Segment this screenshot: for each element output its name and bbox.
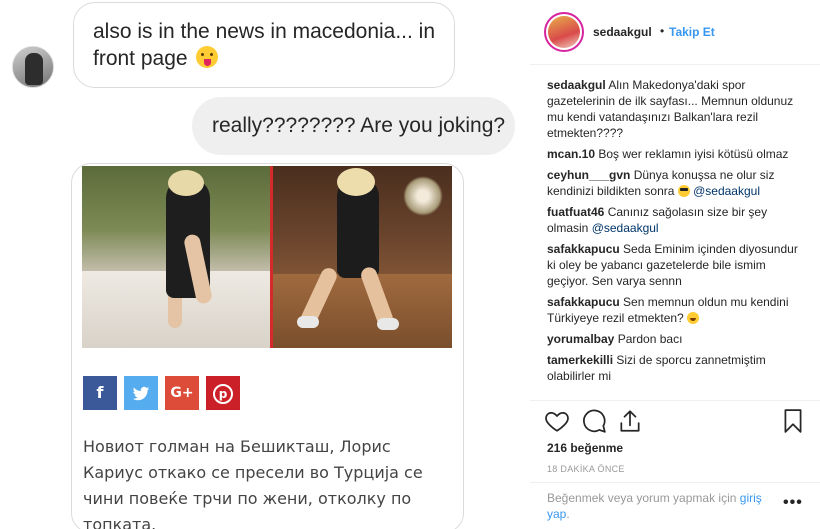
bookmark-icon[interactable] — [780, 408, 806, 434]
profile-username[interactable]: sedaakgul — [593, 25, 652, 39]
facebook-share-button[interactable]: f — [83, 376, 117, 410]
comment-username[interactable]: ceyhun___gvn — [547, 168, 630, 182]
incoming-message-bubble: also is in the news in macedonia... in f… — [73, 2, 455, 88]
comment-mention[interactable]: @sedaakgul — [592, 221, 659, 235]
photo-hair — [337, 168, 375, 196]
google-plus-share-button[interactable]: G+ — [165, 376, 199, 410]
sender-avatar[interactable] — [12, 46, 54, 88]
post-panel: sedaakgul • Takip Et sedaakgul Alın Make… — [530, 0, 820, 529]
laughing-emoji-icon — [687, 312, 700, 324]
likes-count[interactable]: 216 beğenme — [547, 441, 623, 455]
comment-username[interactable]: yorumalbay — [547, 332, 614, 346]
pinterest-icon: p — [213, 383, 233, 404]
twitter-share-button[interactable] — [124, 376, 158, 410]
google-plus-icon: G+ — [170, 385, 194, 401]
heart-icon[interactable] — [544, 408, 570, 434]
actions-divider — [530, 400, 820, 401]
comment-username[interactable]: safakkapucu — [547, 295, 620, 309]
facebook-icon: f — [96, 383, 104, 402]
outgoing-message-bubble: really???????? Are you joking? — [192, 97, 515, 155]
comment-item: ceyhun___gvn Dünya konuşsa ne olur siz k… — [547, 167, 805, 199]
twitter-icon — [132, 386, 150, 400]
comment-mention[interactable]: @sedaakgul — [693, 184, 760, 198]
photo-hair — [168, 170, 204, 196]
login-prompt-text: Beğenmek veya yorum yapmak için — [547, 491, 737, 505]
comment-item: sedaakgul Alın Makedonya'daki spor gazet… — [547, 77, 805, 141]
shared-article-card[interactable]: f G+ p Новиот голман на Бешикташ, Лорис … — [71, 163, 464, 529]
article-photo — [82, 166, 452, 348]
profile-avatar[interactable] — [544, 12, 584, 52]
comment-item: fuatfuat46 Canınız sağolasın size bir şe… — [547, 204, 805, 236]
header-separator: • — [660, 24, 665, 38]
login-suffix: . — [566, 507, 570, 521]
article-photo-left — [82, 166, 270, 348]
photo-flowers — [403, 176, 443, 216]
post-actions — [544, 408, 806, 438]
article-photo-right — [273, 166, 452, 348]
comment-item: safakkapucu Sen memnun oldun mu kendini … — [547, 294, 805, 326]
follow-button[interactable]: Takip Et — [669, 25, 715, 39]
comment-text: Boş wer reklamın iyisi kötüsü olmaz — [598, 147, 789, 161]
comment-username[interactable]: tamerkekilli — [547, 353, 613, 367]
outgoing-message-text: really???????? Are you joking? — [212, 114, 506, 137]
post-header: sedaakgul • Takip Et — [530, 0, 820, 64]
comment-item: safakkapucu Seda Eminim içinden diyosund… — [547, 241, 805, 289]
avatar-figure — [25, 53, 43, 85]
comment-username[interactable]: sedaakgul — [547, 78, 606, 92]
comment-username[interactable]: fuatfuat46 — [547, 205, 604, 219]
footer-divider — [530, 482, 820, 483]
comment-item: yorumalbay Pardon bacı — [547, 331, 805, 347]
article-text: Новиот голман на Бешикташ, Лорис Кариус … — [83, 437, 423, 529]
screenshot-root: also is in the news in macedonia... in f… — [0, 0, 820, 529]
profile-avatar-image — [548, 16, 580, 48]
chat-thread: also is in the news in macedonia... in f… — [0, 0, 530, 529]
comment-text: Pardon bacı — [617, 332, 683, 346]
share-icon[interactable] — [617, 408, 643, 434]
post-timestamp: 18 DAKİKA ÖNCE — [547, 464, 625, 474]
sunglasses-emoji-icon — [677, 185, 690, 197]
photo-shoe — [377, 318, 399, 330]
comment-icon[interactable] — [581, 408, 607, 434]
comment-item: tamerkekilli Sizi de sporcu zannetmiştim… — [547, 352, 805, 384]
comment-username[interactable]: safakkapucu — [547, 242, 620, 256]
tongue-out-emoji-icon — [196, 46, 219, 68]
photo-table — [273, 274, 452, 348]
header-divider — [530, 64, 820, 65]
comment-item: mcan.10 Boş wer reklamın iyisi kötüsü ol… — [547, 146, 805, 162]
comment-username[interactable]: mcan.10 — [547, 147, 595, 161]
incoming-message-text: also is in the news in macedonia... in f… — [93, 20, 436, 70]
login-prompt: Beğenmek veya yorum yapmak için giriş ya… — [547, 490, 777, 522]
more-options-icon[interactable]: ••• — [783, 494, 803, 512]
comments-list: sedaakgul Alın Makedonya'daki spor gazet… — [547, 77, 805, 389]
pinterest-share-button[interactable]: p — [206, 376, 240, 410]
photo-shoe — [297, 316, 319, 328]
